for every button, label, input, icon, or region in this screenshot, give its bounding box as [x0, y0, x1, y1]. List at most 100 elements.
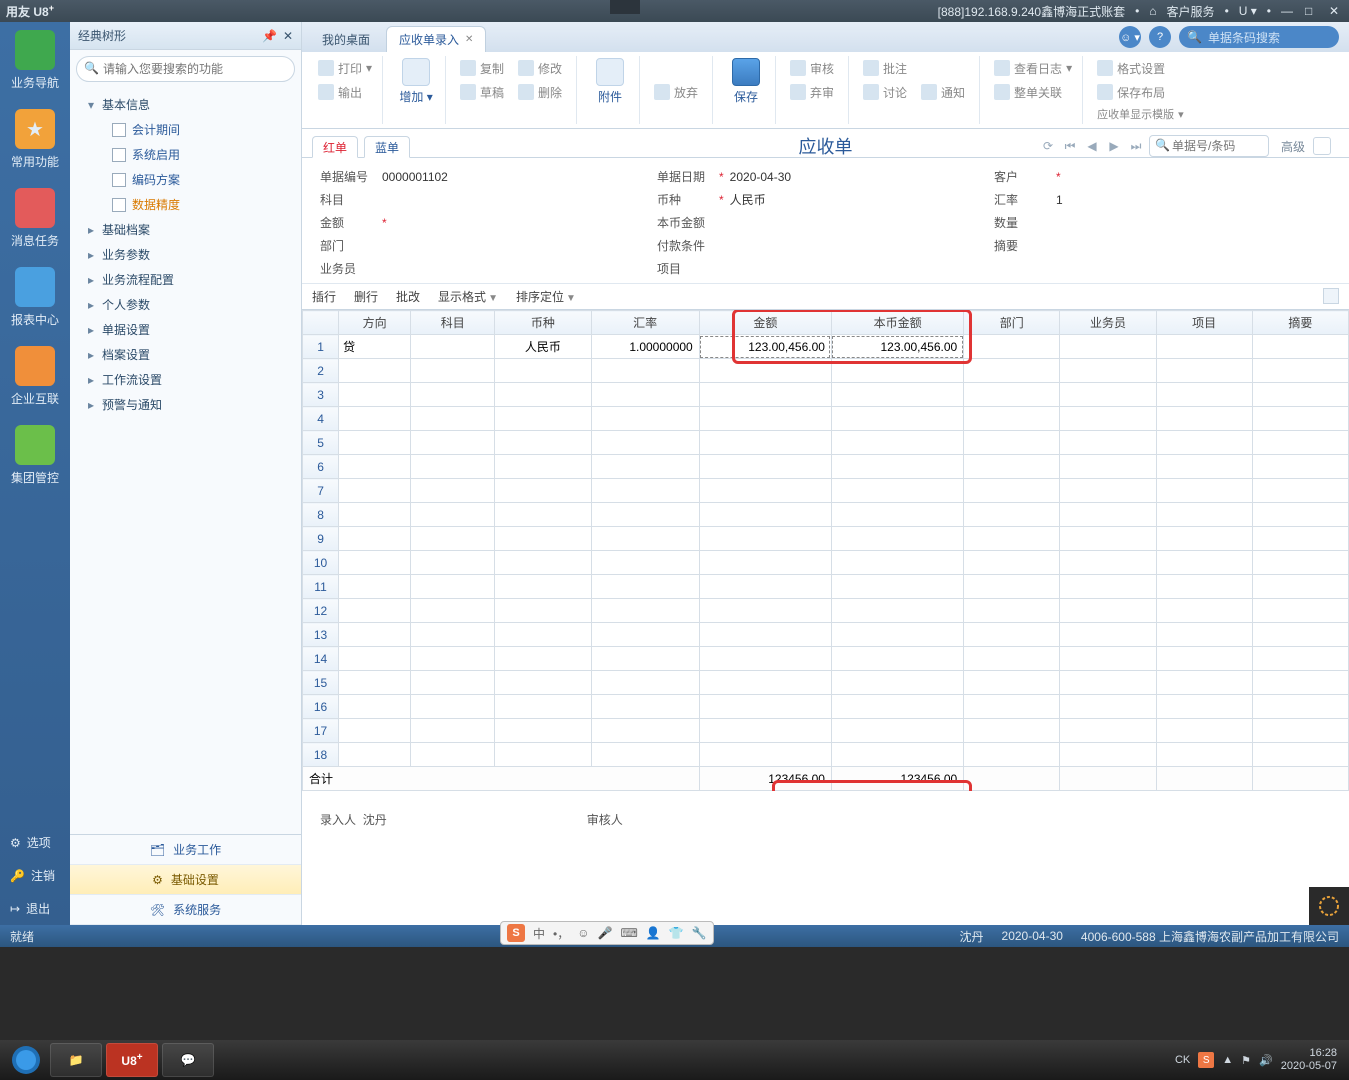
- table-row[interactable]: 14: [303, 647, 1349, 671]
- table-row[interactable]: 3: [303, 383, 1349, 407]
- doc-no-value[interactable]: 0000001102: [382, 170, 482, 184]
- ime-user-icon[interactable]: 👤: [646, 926, 661, 940]
- tree-folder[interactable]: ▸预警与通知: [70, 392, 301, 417]
- ime-smile-icon[interactable]: ☺: [577, 926, 589, 940]
- audit-button[interactable]: 审核: [786, 56, 842, 80]
- next-button[interactable]: ▶: [1105, 137, 1123, 155]
- col-header[interactable]: 业务员: [1060, 311, 1156, 335]
- col-header[interactable]: 项目: [1156, 311, 1252, 335]
- format-button[interactable]: 格式设置: [1093, 56, 1183, 80]
- col-header[interactable]: 币种: [495, 311, 591, 335]
- deaudit-button[interactable]: 弃审: [786, 80, 842, 104]
- tree-folder[interactable]: ▸单据设置: [70, 317, 301, 342]
- tree-leaf[interactable]: 会计期间: [70, 117, 301, 142]
- discuss-button[interactable]: 讨论: [859, 80, 915, 104]
- taskbar-clock[interactable]: 16:28 2020-05-07: [1281, 1047, 1337, 1073]
- minimize-button[interactable]: —: [1281, 4, 1295, 18]
- tray-up-icon[interactable]: ▲: [1222, 1054, 1233, 1066]
- global-search[interactable]: 🔍单据条码搜索: [1179, 26, 1339, 48]
- rail-item-group[interactable]: 集团管控: [5, 425, 65, 486]
- prev-button[interactable]: ◀: [1083, 137, 1101, 155]
- table-row[interactable]: 5: [303, 431, 1349, 455]
- edit-button[interactable]: 修改: [514, 56, 570, 80]
- expand-button[interactable]: [1313, 137, 1331, 155]
- table-row[interactable]: 9: [303, 527, 1349, 551]
- start-button[interactable]: [4, 1042, 48, 1078]
- col-header[interactable]: 部门: [964, 311, 1060, 335]
- tree-root[interactable]: ▾基本信息: [70, 92, 301, 117]
- tray-sound-icon[interactable]: 🔊: [1259, 1054, 1273, 1067]
- table-row[interactable]: 6: [303, 455, 1349, 479]
- template-select[interactable]: 应收单显示模版 ▾: [1093, 104, 1203, 124]
- table-row[interactable]: 10: [303, 551, 1349, 575]
- grid-toggle-button[interactable]: [1323, 288, 1339, 304]
- table-row[interactable]: 17: [303, 719, 1349, 743]
- rail-item-fav[interactable]: ★常用功能: [5, 109, 65, 170]
- col-header[interactable]: 金额: [699, 311, 831, 335]
- table-row[interactable]: 18: [303, 743, 1349, 767]
- notify-button[interactable]: 通知: [917, 80, 973, 104]
- tray-ck[interactable]: CK: [1175, 1054, 1190, 1066]
- ime-skin-icon[interactable]: 👕: [669, 926, 684, 940]
- add-button[interactable]: 增加 ▾: [393, 56, 439, 106]
- ime-mode[interactable]: 中: [533, 925, 545, 942]
- tree-folder[interactable]: ▸工作流设置: [70, 367, 301, 392]
- col-header-rownum[interactable]: [303, 311, 339, 335]
- ime-tool-icon[interactable]: 🔧: [692, 926, 707, 940]
- rail-exit[interactable]: ↦退出: [0, 892, 70, 925]
- table-row[interactable]: 8: [303, 503, 1349, 527]
- ime-mic-icon[interactable]: 🎤: [597, 926, 612, 940]
- user-menu[interactable]: ☺ ▾: [1119, 26, 1141, 48]
- close-icon[interactable]: ✕: [465, 34, 473, 45]
- tray-action-icon[interactable]: ⚑: [1241, 1054, 1251, 1067]
- tree-folder[interactable]: ▸基础档案: [70, 217, 301, 242]
- batch-edit-button[interactable]: 批改: [396, 288, 420, 305]
- first-button[interactable]: ⏮: [1061, 137, 1079, 155]
- table-row[interactable]: 1贷人民币1.00000000123.00,456.00123.00,456.0…: [303, 335, 1349, 359]
- help-button[interactable]: ?: [1149, 26, 1171, 48]
- taskbar-explorer[interactable]: 📁: [50, 1043, 102, 1077]
- tab-desktop[interactable]: 我的桌面: [310, 26, 382, 52]
- bottom-tab-system[interactable]: 🛠系统服务: [70, 895, 301, 925]
- rail-item-enterprise[interactable]: 企业互联: [5, 346, 65, 407]
- sort-button[interactable]: 排序定位▼: [516, 288, 576, 305]
- currency-value[interactable]: 人民币: [730, 191, 830, 208]
- tree-folder[interactable]: ▸个人参数: [70, 292, 301, 317]
- close-button[interactable]: ✕: [1329, 4, 1343, 18]
- table-row[interactable]: 16: [303, 695, 1349, 719]
- rail-logout[interactable]: 🔑注销: [0, 859, 70, 892]
- side-gear-widget[interactable]: [1309, 887, 1349, 925]
- last-button[interactable]: ⏭: [1127, 137, 1145, 155]
- table-row[interactable]: 7: [303, 479, 1349, 503]
- log-button[interactable]: 查看日志 ▾: [990, 56, 1076, 80]
- display-format-button[interactable]: 显示格式▼: [438, 288, 498, 305]
- pin-icon[interactable]: 📌: [262, 29, 277, 43]
- layout-button[interactable]: 保存布局: [1093, 80, 1183, 104]
- approve-button[interactable]: 批注: [859, 56, 915, 80]
- advanced-link[interactable]: 高级: [1281, 138, 1305, 155]
- ime-punct-icon[interactable]: •，: [553, 925, 569, 942]
- attach-button[interactable]: 附件: [587, 56, 633, 106]
- u-menu[interactable]: U ▾: [1239, 4, 1257, 18]
- export-button[interactable]: 输出: [314, 80, 370, 104]
- tray-ime-icon[interactable]: S: [1198, 1052, 1214, 1068]
- tab-document-active[interactable]: 应收单录入✕: [386, 26, 486, 52]
- rail-item-report[interactable]: 报表中心: [5, 267, 65, 328]
- taskbar-wechat[interactable]: 💬: [162, 1043, 214, 1077]
- ime-bar[interactable]: S 中 •， ☺ 🎤 ⌨ 👤 👕 🔧: [500, 921, 714, 945]
- print-button[interactable]: 打印 ▾: [314, 56, 376, 80]
- abandon-button[interactable]: 放弃: [650, 80, 706, 104]
- col-header[interactable]: 方向: [339, 311, 411, 335]
- table-row[interactable]: 13: [303, 623, 1349, 647]
- refresh-button[interactable]: ⟳: [1039, 137, 1057, 155]
- rail-item-nav[interactable]: 业务导航: [5, 30, 65, 91]
- bottom-tab-work[interactable]: 🗂业务工作: [70, 835, 301, 865]
- col-header[interactable]: 汇率: [591, 311, 699, 335]
- close-link-button[interactable]: 整单关联: [990, 80, 1070, 104]
- table-row[interactable]: 11: [303, 575, 1349, 599]
- close-icon[interactable]: ✕: [283, 29, 293, 43]
- tree-leaf-active[interactable]: 数据精度: [70, 192, 301, 217]
- taskbar-u8[interactable]: U8+: [106, 1043, 158, 1077]
- col-header[interactable]: 本币金额: [831, 311, 963, 335]
- home-icon[interactable]: ⌂: [1149, 4, 1156, 18]
